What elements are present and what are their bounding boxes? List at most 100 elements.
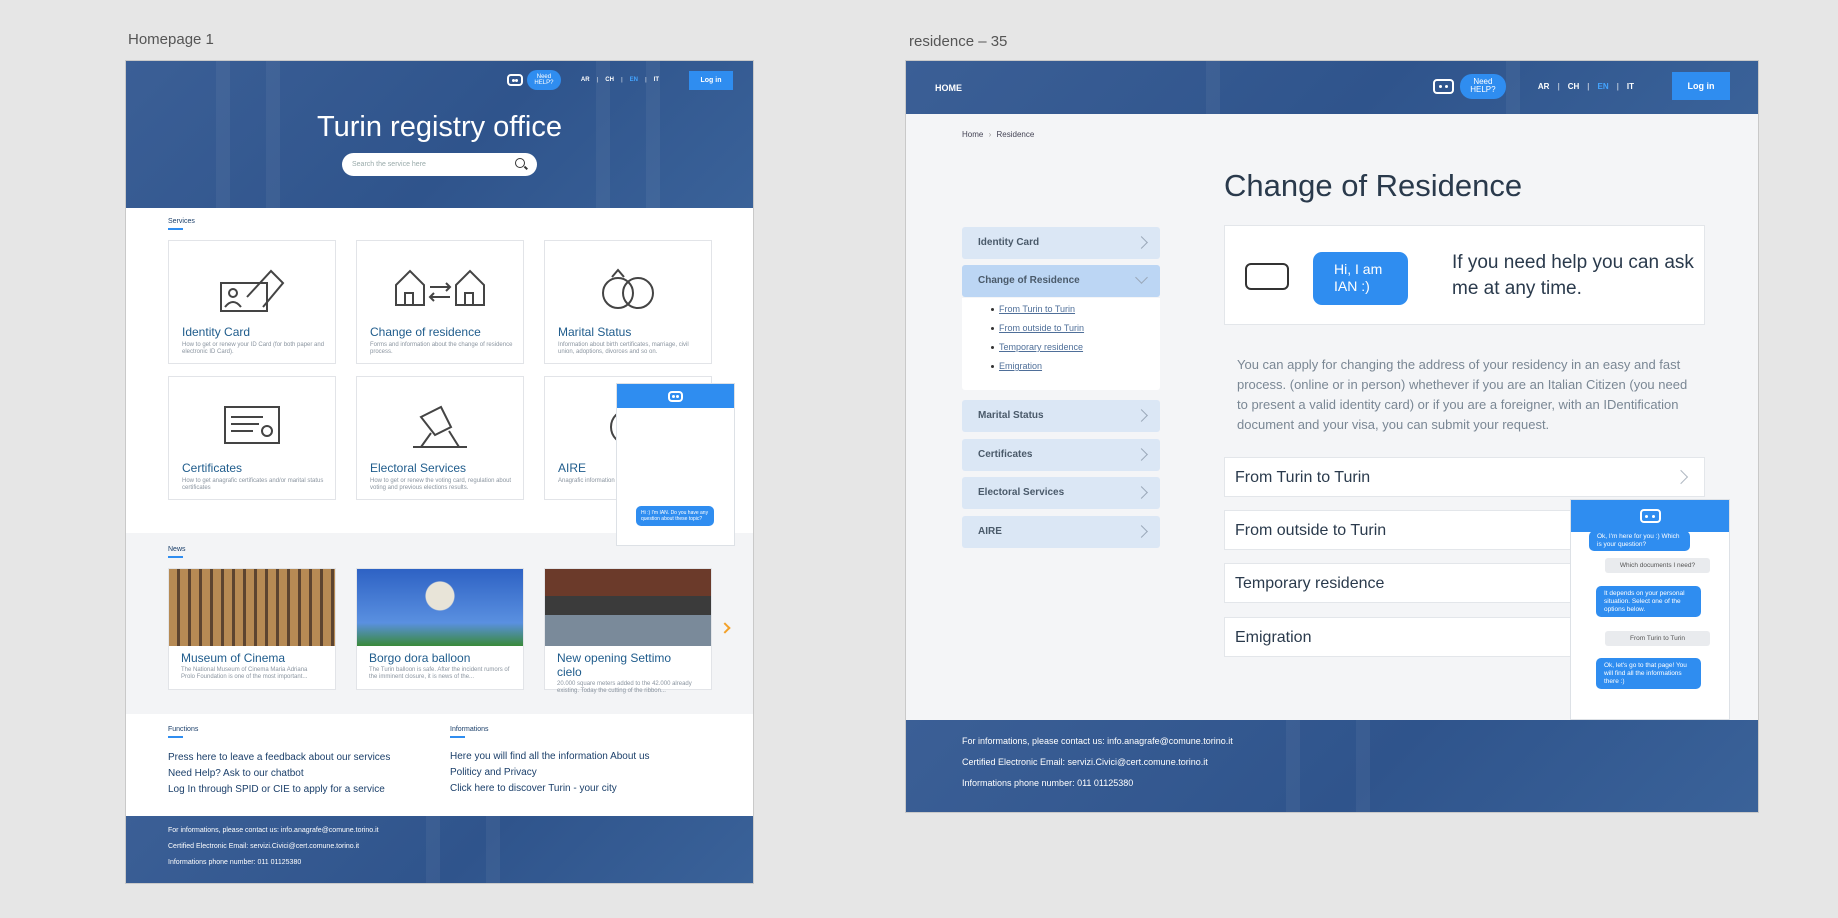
sidebar-item-certificates[interactable]: Certificates: [962, 439, 1160, 471]
language-switcher: AR | CH | EN | IT: [1537, 81, 1634, 91]
option-label: From outside to Turin: [1235, 522, 1387, 539]
service-card-residence[interactable]: Change of residence Forms and informatio…: [356, 240, 524, 364]
login-button[interactable]: Log in: [1672, 72, 1730, 100]
privacy-link[interactable]: Politicy and Privacy: [450, 767, 650, 778]
news-card-settimo[interactable]: New opening Settimo cielo 20.000 square …: [544, 568, 712, 694]
sidebar-item-label: Certificates: [978, 449, 1033, 460]
service-title: Certificates: [182, 461, 243, 475]
news-card-museum[interactable]: Museum of Cinema The National Museum of …: [168, 568, 336, 690]
service-card-certificates[interactable]: Certificates How to get anagrafic certif…: [168, 376, 336, 500]
option-turin-to-turin[interactable]: From Turin to Turin: [1224, 457, 1705, 497]
sidebar-item-label: Electoral Services: [978, 487, 1065, 498]
lang-it[interactable]: IT: [1627, 82, 1634, 91]
lang-ch[interactable]: CH: [1568, 82, 1580, 91]
residence-description: You can apply for changing the address o…: [1237, 357, 1688, 433]
sidebar-item-label: Change of Residence: [978, 275, 1080, 286]
user-message: Which documents I need?: [1605, 558, 1710, 573]
search-placeholder: Search the service here: [352, 161, 426, 168]
footer: For informations, please contact us: inf…: [906, 720, 1758, 812]
news-heading: News: [168, 546, 186, 558]
about-us-link[interactable]: Here you will find all the information A…: [450, 751, 650, 762]
sidebar-item-marital-status[interactable]: Marital Status: [962, 400, 1160, 432]
bot-message: Ok, let's go to that page! You will find…: [1596, 658, 1701, 690]
sidebar-item-electoral-services[interactable]: Electoral Services: [962, 477, 1160, 509]
footer-email: Certified Electronic Email: servizi.Civi…: [962, 757, 1208, 767]
lang-en[interactable]: EN: [630, 77, 638, 83]
need-help-text-2: HELP?: [1470, 85, 1496, 94]
service-desc: How to get anagrafic certificates and/or…: [182, 478, 324, 492]
submenu-temporary-residence[interactable]: Temporary residence: [991, 342, 1160, 352]
login-button[interactable]: Log in: [689, 70, 733, 90]
breadcrumb-current: Residence: [996, 130, 1035, 139]
page-title: Turin registry office: [317, 111, 562, 143]
service-desc: How to get or renew your ID Card (for bo…: [182, 342, 325, 356]
sidebar-item-change-of-residence[interactable]: Change of Residence: [962, 265, 1160, 297]
need-help-button[interactable]: Need HELP?: [1459, 73, 1506, 99]
top-bar: Need HELP? AR | CH | EN | IT Log in: [506, 70, 733, 90]
artboard-label-residence: residence – 35: [909, 33, 1008, 50]
lang-en[interactable]: EN: [1598, 82, 1609, 91]
need-help-button[interactable]: Need HELP?: [526, 70, 561, 90]
discover-turin-link[interactable]: Click here to discover Turin - your city: [450, 783, 650, 794]
news-next-arrow-icon[interactable]: [719, 622, 731, 634]
news-title: Borgo dora balloon: [369, 651, 471, 665]
chevron-right-icon: [1135, 448, 1148, 461]
chevron-right-icon: [1135, 236, 1148, 249]
need-help-text-2: HELP?: [534, 80, 554, 86]
search-input[interactable]: Search the service here: [342, 153, 537, 176]
chatbot-icon[interactable]: [1432, 78, 1454, 94]
service-card-identity[interactable]: Identity Card How to get or renew your I…: [168, 240, 336, 364]
service-title: AIRE: [558, 461, 587, 475]
submenu-turin-to-turin[interactable]: From Turin to Turin: [991, 304, 1160, 314]
submenu-emigration[interactable]: Emigration: [991, 361, 1160, 371]
chatbot-help-link[interactable]: Need Help? Ask to our chatbot: [168, 768, 390, 779]
chatbot-widget[interactable]: Ok, I'm here for you :) Which is your qu…: [1570, 499, 1730, 720]
submenu-outside-to-turin[interactable]: From outside to Turin: [991, 323, 1160, 333]
service-title: Change of residence: [370, 325, 481, 339]
news-image: [169, 569, 335, 646]
chatbot-icon: [668, 390, 683, 402]
option-label: Emigration: [1235, 629, 1312, 646]
lang-it[interactable]: IT: [654, 77, 659, 83]
sidebar-item-label: Identity Card: [978, 237, 1040, 248]
bot-message: Ok, I'm here for you :) Which is your qu…: [1589, 531, 1690, 551]
lang-ar[interactable]: AR: [581, 77, 590, 83]
service-desc: How to get or renew the voting card, reg…: [370, 478, 512, 492]
service-card-electoral[interactable]: Electoral Services How to get or renew t…: [356, 376, 524, 500]
news-card-balloon[interactable]: Borgo dora balloon The Turin balloon is …: [356, 568, 524, 690]
sidebar-item-identity-card[interactable]: Identity Card: [962, 227, 1160, 259]
spid-login-link[interactable]: Log In through SPID or CIE to apply for …: [168, 784, 390, 795]
home-nav-link[interactable]: HOME: [935, 83, 962, 93]
sidebar-item-label: Marital Status: [978, 410, 1044, 421]
chatbot-widget[interactable]: Hi :) I'm IAN. Do you have any question …: [616, 383, 735, 546]
chatbot-message: Hi :) I'm IAN. Do you have any question …: [636, 506, 714, 526]
residence-artboard: HOME Need HELP? AR | CH | EN | IT Log in Ho…: [906, 61, 1758, 812]
lang-ch[interactable]: CH: [605, 77, 614, 83]
residence-submenu: From Turin to Turin From outside to Turi…: [962, 298, 1160, 390]
bot-message: It depends on your personal situation. S…: [1596, 586, 1701, 618]
feedback-link[interactable]: Press here to leave a feedback about our…: [168, 752, 390, 763]
chevron-right-icon: [1673, 469, 1689, 485]
breadcrumb-home[interactable]: Home: [962, 130, 983, 139]
language-switcher: AR | CH | EN | IT: [580, 77, 659, 83]
homepage-artboard: Need HELP? AR | CH | EN | IT Log in Turin r…: [126, 61, 753, 883]
sidebar-item-aire[interactable]: AIRE: [962, 516, 1160, 548]
chevron-down-icon: [1135, 271, 1148, 284]
top-bar: HOME Need HELP? AR | CH | EN | IT Log in: [906, 61, 1758, 114]
chevron-right-icon: [1135, 525, 1148, 538]
artboard-label-home: Homepage 1: [128, 31, 214, 48]
footer-contacts: For informations, please contact us: inf…: [168, 827, 379, 875]
sidebar-item-label: AIRE: [978, 526, 1002, 537]
service-title: Identity Card: [182, 325, 251, 339]
breadcrumb: Home › Residence: [962, 130, 1034, 139]
chatbot-icon[interactable]: [506, 74, 523, 86]
lang-ar[interactable]: AR: [1538, 82, 1550, 91]
chatbot-header: [617, 384, 734, 408]
hero-banner: Need HELP? AR | CH | EN | IT Log in Turin r…: [126, 61, 753, 208]
search-icon[interactable]: [515, 158, 525, 168]
chatbot-header: [1571, 500, 1729, 532]
option-label: Temporary residence: [1235, 575, 1385, 592]
footer-phone: Informations phone number: 011 01125380: [962, 778, 1134, 788]
service-card-marital[interactable]: Marital Status Information about birth c…: [544, 240, 712, 364]
service-desc: Forms and information about the change o…: [370, 342, 513, 356]
